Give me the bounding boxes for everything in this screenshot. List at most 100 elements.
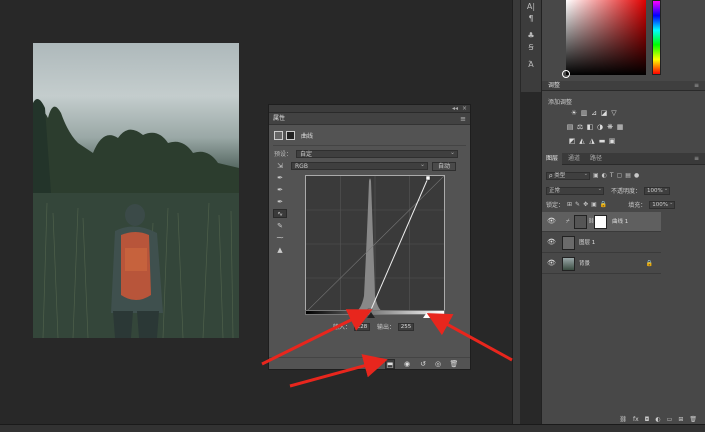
- curves-layer-icon[interactable]: [274, 130, 283, 140]
- view-previous-icon[interactable]: ◉: [402, 359, 412, 369]
- curve-graph[interactable]: [305, 175, 445, 313]
- character-style-icon[interactable]: Ά: [521, 59, 541, 70]
- tab-adjustments[interactable]: 调整: [548, 82, 560, 89]
- clipping-warning-icon[interactable]: ▲: [273, 245, 287, 254]
- filter-smart-icon[interactable]: ▤: [625, 172, 631, 179]
- folder-icon[interactable]: ▭: [667, 416, 673, 424]
- white-point-handle[interactable]: [423, 312, 431, 318]
- auto-button[interactable]: 自动: [432, 161, 456, 171]
- preset-label: 预设：: [274, 151, 293, 158]
- posterize-icon[interactable]: ◭: [578, 137, 586, 145]
- clip-to-layer-icon[interactable]: ⬒: [385, 359, 395, 369]
- mask-thumbnail[interactable]: [594, 215, 607, 229]
- vibrance-icon[interactable]: ▽: [610, 109, 618, 117]
- new-layer-icon[interactable]: ⊞: [678, 416, 683, 424]
- eye-icon[interactable]: 👁: [547, 259, 556, 268]
- color-lookup-icon[interactable]: ▦: [616, 123, 624, 131]
- curve-edit-icon[interactable]: ⇲: [273, 161, 287, 170]
- close-icon[interactable]: ×: [462, 105, 467, 113]
- adjustment-icon[interactable]: ◐: [655, 416, 660, 424]
- channel-row: RGB 自动: [291, 161, 456, 171]
- lock-all-icon[interactable]: 🔒: [600, 201, 607, 208]
- output-field[interactable]: 255: [398, 322, 415, 331]
- sample-gray-icon[interactable]: ✒: [273, 185, 287, 194]
- selective-color-icon[interactable]: ▣: [608, 137, 616, 145]
- curve-points-icon[interactable]: ∿: [273, 209, 287, 218]
- hue-sat-icon[interactable]: ▤: [566, 123, 574, 131]
- mask-icon[interactable]: ◘: [645, 416, 650, 424]
- tab-layers[interactable]: 图层: [542, 153, 563, 165]
- pencil-icon[interactable]: ✎: [273, 221, 287, 230]
- panel-titlebar[interactable]: ◂◂ ×: [269, 105, 470, 113]
- filter-pixel-icon[interactable]: ▣: [593, 172, 599, 179]
- threshold-icon[interactable]: ◮: [588, 137, 596, 145]
- gradient-map-icon[interactable]: ▬: [598, 137, 606, 145]
- mask-icon[interactable]: [286, 130, 295, 140]
- levels-icon[interactable]: ▥: [580, 109, 588, 117]
- layer-thumbnail: [562, 257, 575, 271]
- sample-white-icon[interactable]: ✒: [273, 197, 287, 206]
- preset-dropdown[interactable]: 自定: [296, 149, 458, 158]
- exposure-icon[interactable]: ◪: [600, 109, 608, 117]
- filter-toggle-icon[interactable]: ●: [634, 172, 639, 179]
- panel-menu-icon[interactable]: ≡: [690, 153, 703, 165]
- adjustment-icons-row-2: ▤ ⚖ ◧ ◑ ❋ ▦: [566, 123, 662, 131]
- adjustment-thumbnail: [574, 215, 587, 229]
- filter-adjust-icon[interactable]: ◐: [602, 172, 607, 179]
- document-image[interactable]: [33, 43, 239, 338]
- photo-filter-icon[interactable]: ◑: [596, 123, 604, 131]
- lock-row: 锁定： ⊞ ✎ ✥ ▣ 🔒 填充： 100%: [546, 200, 676, 209]
- hue-slider[interactable]: [652, 0, 661, 75]
- color-picker-field[interactable]: [566, 0, 646, 75]
- eye-icon[interactable]: 👁: [547, 238, 556, 247]
- link-icon[interactable]: ⛓: [619, 416, 627, 424]
- paragraph-icon[interactable]: ¶: [521, 13, 541, 24]
- sample-black-icon[interactable]: ✒: [273, 173, 287, 182]
- trash-icon[interactable]: 🗑: [449, 359, 459, 369]
- lock-pixels-icon[interactable]: ⊞: [567, 201, 572, 208]
- color-balance-icon[interactable]: ⚖: [576, 123, 584, 131]
- lock-artboard-icon[interactable]: ▣: [591, 201, 597, 208]
- trash-icon[interactable]: 🗑: [689, 416, 697, 424]
- fill-value: 100%: [652, 201, 669, 208]
- filter-shape-icon[interactable]: ▢: [617, 172, 623, 179]
- lock-icon[interactable]: 🔒: [646, 260, 653, 267]
- lock-paint-icon[interactable]: ✎: [575, 201, 580, 208]
- layer-name: 图层 1: [579, 240, 596, 246]
- output-label: 输出：: [377, 324, 396, 331]
- panel-menu-icon[interactable]: ≡: [460, 114, 466, 124]
- brightness-icon[interactable]: ☀: [570, 109, 578, 117]
- layer-curves[interactable]: 👁 ⌿ ⛓ 曲线 1: [542, 212, 661, 232]
- color-cursor[interactable]: [562, 70, 570, 78]
- black-point-handle[interactable]: [367, 312, 375, 318]
- filter-kind-dropdown[interactable]: ρ 类型: [546, 171, 590, 180]
- channel-dropdown[interactable]: RGB: [291, 161, 428, 170]
- reset-icon[interactable]: ↺: [418, 359, 428, 369]
- eye-icon[interactable]: 👁: [547, 217, 556, 226]
- fill-field[interactable]: 100%: [649, 200, 676, 209]
- layer-1[interactable]: 👁 图层 1: [542, 233, 661, 253]
- channel-mixer-icon[interactable]: ❋: [606, 123, 614, 131]
- layer-background[interactable]: 👁 背景 🔒: [542, 254, 661, 274]
- collapse-icon[interactable]: ◂◂: [452, 105, 458, 113]
- opacity-field[interactable]: 100%: [644, 186, 671, 195]
- black-white-icon[interactable]: ◧: [586, 123, 594, 131]
- visibility-icon[interactable]: ◎: [433, 359, 443, 369]
- smooth-icon[interactable]: ⁓: [273, 233, 287, 242]
- character-icon[interactable]: A|: [521, 1, 541, 12]
- blend-mode-dropdown[interactable]: 正常: [546, 186, 604, 195]
- curves-icon[interactable]: ⊿: [590, 109, 598, 117]
- glyphs-icon[interactable]: Ꞩ: [521, 42, 541, 53]
- tab-paths[interactable]: 路径: [586, 153, 606, 165]
- panel-menu-icon[interactable]: ≡: [694, 81, 699, 91]
- input-label: 输入：: [333, 324, 352, 331]
- tab-channels[interactable]: 通道: [564, 153, 584, 165]
- input-field[interactable]: 228: [354, 322, 371, 331]
- clone-source-icon[interactable]: ♣: [521, 30, 541, 41]
- tab-properties[interactable]: 属性: [273, 114, 285, 124]
- invert-icon[interactable]: ◩: [568, 137, 576, 145]
- collapsed-panel-icons: A| ¶ ♣ Ꞩ Ά: [521, 0, 541, 92]
- fx-icon[interactable]: fx: [633, 416, 639, 424]
- filter-type-icon[interactable]: T: [610, 172, 614, 179]
- lock-position-icon[interactable]: ✥: [583, 201, 588, 208]
